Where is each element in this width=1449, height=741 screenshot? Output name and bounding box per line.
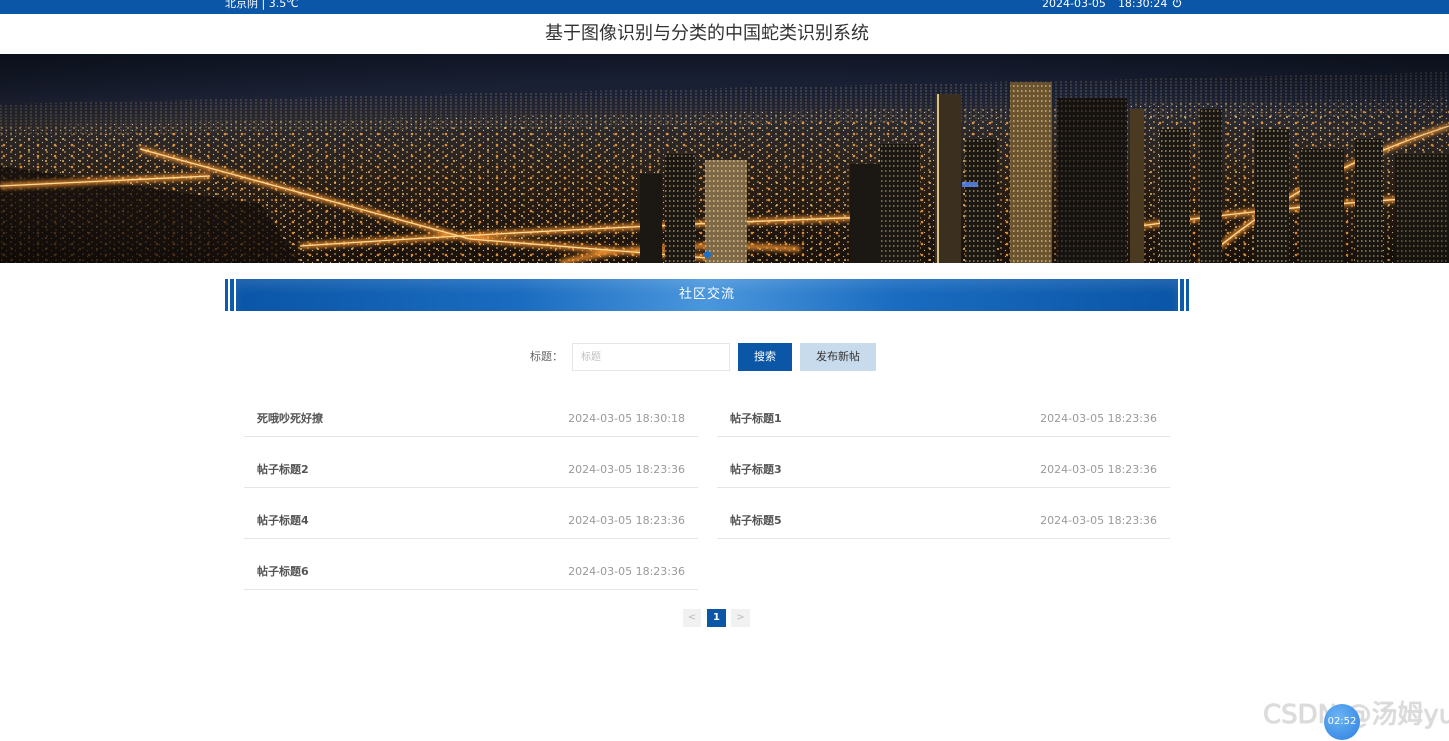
date-time: 2024-03-05 18:30:24 bbox=[1042, 0, 1167, 12]
post-time: 2024-03-05 18:23:36 bbox=[1040, 412, 1157, 425]
post-title[interactable]: 帖子标题5 bbox=[730, 514, 782, 528]
post-title[interactable]: 帖子标题4 bbox=[257, 514, 309, 528]
banner-vignette bbox=[0, 54, 1449, 263]
search-button[interactable]: 搜索 bbox=[738, 343, 792, 371]
header-edge-bar bbox=[1180, 279, 1184, 311]
section-header: 社区交流 bbox=[225, 279, 1189, 311]
post-item[interactable]: 帖子标题3 2024-03-05 18:23:36 bbox=[717, 437, 1170, 488]
post-title[interactable]: 帖子标题1 bbox=[730, 412, 782, 426]
weather-info: 北京阴 | 3.5℃ bbox=[225, 0, 299, 10]
post-item[interactable]: 帖子标题1 2024-03-05 18:23:36 bbox=[717, 386, 1170, 437]
title-bar: 基于图像识别与分类的中国蛇类识别系统 bbox=[0, 14, 1449, 54]
post-list: 死哦吵死好撩 2024-03-05 18:30:18 帖子标题1 2024-03… bbox=[244, 386, 1170, 590]
carousel-dot-active[interactable] bbox=[704, 251, 711, 258]
banner-image bbox=[0, 54, 1449, 263]
power-icon[interactable] bbox=[1171, 0, 1183, 9]
pagination-next-button[interactable]: > bbox=[731, 609, 750, 627]
current-time: 18:30:24 bbox=[1117, 0, 1168, 10]
search-label: 标题： bbox=[530, 350, 563, 363]
post-item[interactable]: 死哦吵死好撩 2024-03-05 18:30:18 bbox=[244, 386, 698, 437]
post-time: 2024-03-05 18:23:36 bbox=[568, 565, 685, 578]
header-edge-bar bbox=[230, 279, 234, 311]
top-bar: 北京阴 | 3.5℃ 2024-03-05 18:30:24 bbox=[0, 0, 1449, 14]
header-edge-bar bbox=[1186, 279, 1189, 311]
current-date: 2024-03-05 bbox=[1042, 0, 1106, 10]
title-search-input[interactable] bbox=[572, 343, 730, 371]
timer-badge[interactable]: 02:52 bbox=[1324, 704, 1360, 740]
pagination-prev-button[interactable]: < bbox=[683, 609, 701, 627]
section-title: 社区交流 bbox=[236, 279, 1178, 311]
page-title: 基于图像识别与分类的中国蛇类识别系统 bbox=[545, 23, 869, 44]
banner-carousel bbox=[0, 54, 1449, 263]
post-time: 2024-03-05 18:23:36 bbox=[568, 514, 685, 527]
post-time: 2024-03-05 18:23:36 bbox=[1040, 514, 1157, 527]
post-title[interactable]: 帖子标题2 bbox=[257, 463, 309, 477]
pagination-page-1[interactable]: 1 bbox=[707, 609, 726, 627]
post-title[interactable]: 帖子标题6 bbox=[257, 565, 309, 579]
post-item[interactable]: 帖子标题4 2024-03-05 18:23:36 bbox=[244, 488, 698, 539]
publish-post-button[interactable]: 发布新帖 bbox=[800, 343, 876, 371]
post-item[interactable]: 帖子标题6 2024-03-05 18:23:36 bbox=[244, 539, 698, 590]
post-title[interactable]: 死哦吵死好撩 bbox=[257, 412, 323, 426]
post-time: 2024-03-05 18:30:18 bbox=[568, 412, 685, 425]
post-item[interactable]: 帖子标题5 2024-03-05 18:23:36 bbox=[717, 488, 1170, 539]
post-title[interactable]: 帖子标题3 bbox=[730, 463, 782, 477]
post-item[interactable]: 帖子标题2 2024-03-05 18:23:36 bbox=[244, 437, 698, 488]
post-time: 2024-03-05 18:23:36 bbox=[1040, 463, 1157, 476]
header-edge-bar bbox=[225, 279, 228, 311]
post-time: 2024-03-05 18:23:36 bbox=[568, 463, 685, 476]
